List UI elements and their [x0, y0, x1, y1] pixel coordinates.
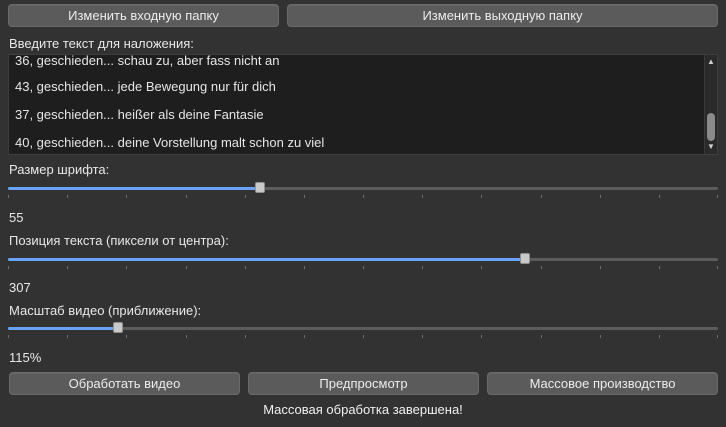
scroll-up-icon[interactable]: ▲	[705, 56, 717, 68]
overlay-text-area[interactable]: 36, geschieden... schau zu, aber fass ni…	[8, 54, 718, 155]
scroll-thumb[interactable]	[707, 113, 715, 141]
slider-tick	[481, 195, 483, 198]
slider-tick	[717, 335, 718, 338]
slider-tick	[717, 195, 718, 198]
font-size-slider-handle[interactable]	[255, 182, 266, 193]
slider-tick	[185, 195, 187, 198]
slider-tick	[717, 266, 718, 269]
scroll-down-icon[interactable]: ▼	[705, 141, 717, 153]
slider-tick	[422, 195, 424, 198]
slider-tick	[126, 335, 128, 338]
overlay-scrollbar[interactable]: ▲ ▼	[704, 55, 717, 154]
slider-tick	[8, 195, 9, 198]
video-scale-label: Масштаб видео (приближение):	[9, 303, 202, 318]
slider-tick	[599, 195, 601, 198]
slider-tick	[658, 195, 660, 198]
video-scale-value: 115%	[9, 350, 42, 365]
text-position-value: 307	[9, 280, 31, 295]
slider-tick	[126, 266, 128, 269]
overlay-line: 40, geschieden... deine Vorstellung malt…	[15, 135, 325, 150]
overlay-line: 36, geschieden... schau zu, aber fass ni…	[15, 54, 280, 68]
slider-tick	[540, 335, 542, 338]
slider-tick	[185, 266, 187, 269]
slider-tick	[67, 266, 69, 269]
slider-tick	[244, 335, 246, 338]
slider-tick	[422, 335, 424, 338]
change-input-folder-button[interactable]: Изменить входную папку	[8, 4, 279, 27]
slider-tick	[303, 195, 305, 198]
slider-tick	[126, 195, 128, 198]
slider-tick	[422, 266, 424, 269]
change-output-folder-button[interactable]: Изменить выходную папку	[287, 4, 718, 27]
slider-tick	[67, 195, 69, 198]
slider-tick	[658, 335, 660, 338]
slider-tick	[244, 195, 246, 198]
slider-tick	[363, 195, 364, 198]
slider-tick	[185, 335, 187, 338]
preview-button[interactable]: Предпросмотр	[248, 372, 479, 395]
slider-tick	[599, 266, 601, 269]
overlay-line: 37, geschieden... heißer als deine Fanta…	[15, 107, 264, 122]
overlay-text-label: Введите текст для наложения:	[9, 36, 194, 51]
slider-tick	[540, 266, 542, 269]
slider-tick	[67, 335, 69, 338]
video-scale-slider-handle[interactable]	[113, 322, 124, 333]
slider-tick	[363, 335, 364, 338]
text-position-label: Позиция текста (пиксели от центра):	[9, 233, 229, 248]
slider-tick	[303, 335, 305, 338]
font-size-label: Размер шрифта:	[9, 162, 110, 177]
slider-tick	[599, 335, 601, 338]
status-message: Массовая обработка завершена!	[263, 402, 463, 417]
font-size-slider[interactable]	[8, 179, 718, 199]
slider-tick	[658, 266, 660, 269]
overlay-line: 43, geschieden... jede Bewegung nur für …	[15, 79, 276, 94]
process-video-button[interactable]: Обработать видео	[9, 372, 240, 395]
video-scale-slider[interactable]	[8, 319, 718, 339]
slider-tick	[244, 266, 246, 269]
text-position-slider[interactable]	[8, 250, 718, 270]
slider-tick	[540, 195, 542, 198]
slider-tick	[8, 335, 9, 338]
slider-tick	[481, 335, 483, 338]
text-position-slider-handle[interactable]	[519, 253, 530, 264]
slider-tick	[363, 266, 364, 269]
slider-tick	[8, 266, 9, 269]
font-size-value: 55	[9, 210, 24, 225]
slider-tick	[303, 266, 305, 269]
slider-tick	[481, 266, 483, 269]
mass-production-button[interactable]: Массовое производство	[487, 372, 718, 395]
